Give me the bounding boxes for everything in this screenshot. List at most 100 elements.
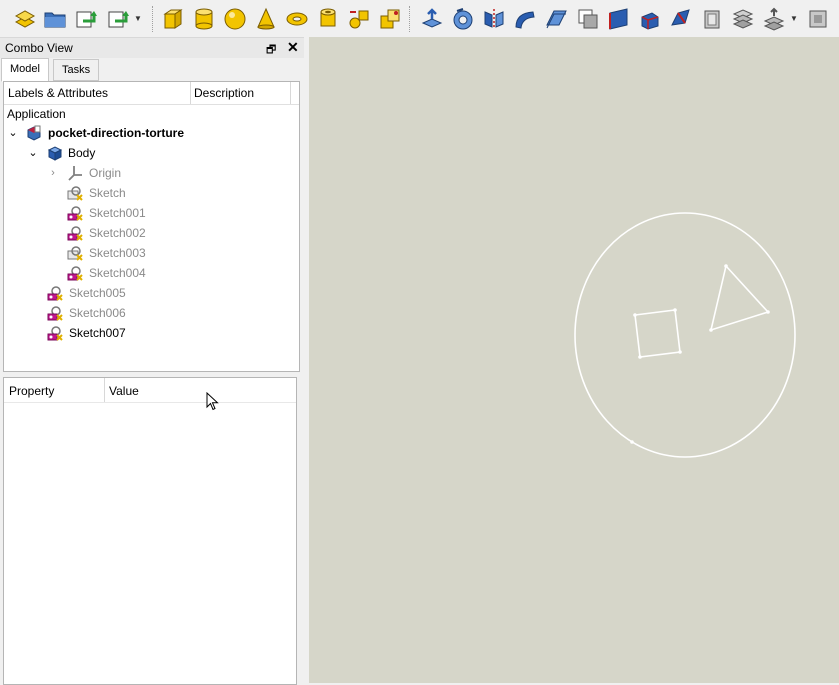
model-tree: Labels & Attributes Description Applicat… xyxy=(3,81,300,372)
sketch-error-icon xyxy=(47,285,63,301)
mirror-icon[interactable] xyxy=(482,7,506,31)
mouse-cursor-icon xyxy=(206,391,220,415)
sketch-circle xyxy=(574,212,796,458)
toolbar-dropdown-icon[interactable]: ▼ xyxy=(790,7,800,31)
sketch-triangle xyxy=(709,264,770,332)
compound-icon[interactable] xyxy=(762,7,786,31)
extrude-icon[interactable] xyxy=(420,7,444,31)
toolbar-separator xyxy=(409,6,412,32)
combo-tabs: Model Tasks xyxy=(0,58,304,82)
column-property[interactable]: Property xyxy=(9,384,54,398)
sketch-vertex xyxy=(638,355,642,359)
boolean-icon[interactable] xyxy=(378,7,402,31)
close-icon[interactable]: ✕ xyxy=(287,39,299,56)
column-value[interactable]: Value xyxy=(109,384,139,398)
sweep-icon[interactable] xyxy=(669,7,693,31)
undo-icon[interactable] xyxy=(74,7,98,31)
redo-icon[interactable] xyxy=(106,7,130,31)
sketch-geometry xyxy=(574,212,796,458)
projection-icon[interactable] xyxy=(806,7,830,31)
tree-item-sketch004[interactable]: Sketch004 xyxy=(4,263,299,283)
combo-view-header: Combo View 🗗 ✕ xyxy=(0,38,304,58)
fillet-icon[interactable] xyxy=(513,7,537,31)
origin-icon xyxy=(67,165,83,181)
tree-item-label: pocket-direction-torture xyxy=(48,126,185,140)
open-file-icon[interactable] xyxy=(43,7,67,31)
sketch-error-icon xyxy=(47,325,63,341)
cube-icon[interactable] xyxy=(161,7,185,31)
tree-item-label: Sketch002 xyxy=(89,226,146,240)
cylinder-icon[interactable] xyxy=(192,7,216,31)
tree-item-document[interactable]: ⌄ pocket-direction-torture xyxy=(4,123,299,143)
main-toolbar: ▼ ▼ xyxy=(0,0,839,38)
column-divider xyxy=(190,82,191,104)
ruled-surface-icon[interactable] xyxy=(607,7,631,31)
revolve-icon[interactable] xyxy=(451,7,475,31)
float-window-icon[interactable]: 🗗 xyxy=(266,41,276,60)
sketch-vertex xyxy=(633,313,637,317)
tree-item-sketch002[interactable]: Sketch002 xyxy=(4,223,299,243)
tube-icon[interactable] xyxy=(316,7,340,31)
tree-item-label: Sketch006 xyxy=(69,306,126,320)
cone-icon[interactable] xyxy=(254,7,278,31)
sketch-icon xyxy=(67,245,83,261)
tree-item-sketch005[interactable]: Sketch005 xyxy=(4,283,299,303)
tab-tasks[interactable]: Tasks xyxy=(53,59,100,81)
tree-item-sketch003[interactable]: Sketch003 xyxy=(4,243,299,263)
tree-item-sketch007[interactable]: Sketch007 xyxy=(4,323,299,343)
sketch-vertex xyxy=(678,350,682,354)
tree-item-label: Sketch007 xyxy=(69,326,126,340)
sketch-vertex xyxy=(766,310,770,314)
sketch-error-icon xyxy=(47,305,63,321)
tree-item-label: Sketch003 xyxy=(89,246,146,260)
chevron-down-icon[interactable]: ⌄ xyxy=(27,143,39,163)
shape-builder-icon[interactable] xyxy=(347,7,371,31)
document-part-icon xyxy=(26,125,42,141)
tree-header: Labels & Attributes Description xyxy=(4,82,299,105)
sketch-error-icon xyxy=(67,225,83,241)
tree-item-body[interactable]: ⌄ Body xyxy=(4,143,299,163)
offset-icon[interactable] xyxy=(544,7,568,31)
shell-icon[interactable] xyxy=(700,7,724,31)
tree-item-label: Sketch005 xyxy=(69,286,126,300)
thickness-icon[interactable] xyxy=(731,7,755,31)
tree-item-label: Sketch xyxy=(89,186,126,200)
tree-item-label: Sketch001 xyxy=(89,206,146,220)
redo-dropdown-icon[interactable]: ▼ xyxy=(134,7,144,31)
sketch-error-icon xyxy=(67,205,83,221)
tree-item-sketch001[interactable]: Sketch001 xyxy=(4,203,299,223)
tree-item-sketch006[interactable]: Sketch006 xyxy=(4,303,299,323)
part-design-workbench-icon[interactable] xyxy=(13,7,37,31)
sphere-icon[interactable] xyxy=(223,7,247,31)
sketch-vertex xyxy=(709,328,713,332)
sketch-vertex xyxy=(630,440,634,444)
sketch-vertex xyxy=(673,308,677,312)
tree-section-application: Application xyxy=(7,104,66,124)
sketch-vertex xyxy=(724,264,728,268)
chevron-down-icon[interactable]: ⌄ xyxy=(7,123,19,143)
tree-item-label: Body xyxy=(68,146,96,160)
chevron-right-icon[interactable]: › xyxy=(47,163,59,183)
tree-item-label: Sketch004 xyxy=(89,266,146,280)
property-view: Property Value xyxy=(3,377,297,685)
sketch-square xyxy=(634,309,681,358)
loft-icon[interactable] xyxy=(638,7,662,31)
column-divider xyxy=(104,378,105,402)
torus-icon[interactable] xyxy=(285,7,309,31)
column-labels-attributes[interactable]: Labels & Attributes xyxy=(8,86,108,100)
column-divider xyxy=(290,82,291,104)
tree-item-origin[interactable]: › Origin xyxy=(4,163,299,183)
section-label: Application xyxy=(7,107,66,121)
property-header: Property Value xyxy=(4,378,296,403)
combo-view-title: Combo View xyxy=(5,41,73,55)
toolbar-separator xyxy=(152,6,155,32)
tree-item-sketch[interactable]: Sketch xyxy=(4,183,299,203)
tree-item-label: Origin xyxy=(89,166,122,180)
body-icon xyxy=(47,145,63,161)
3d-viewport[interactable] xyxy=(309,37,839,683)
sketch-error-icon xyxy=(67,265,83,281)
section-icon[interactable] xyxy=(576,7,600,31)
sketch-icon xyxy=(67,185,83,201)
tab-model[interactable]: Model xyxy=(1,58,49,82)
column-description[interactable]: Description xyxy=(194,86,254,100)
